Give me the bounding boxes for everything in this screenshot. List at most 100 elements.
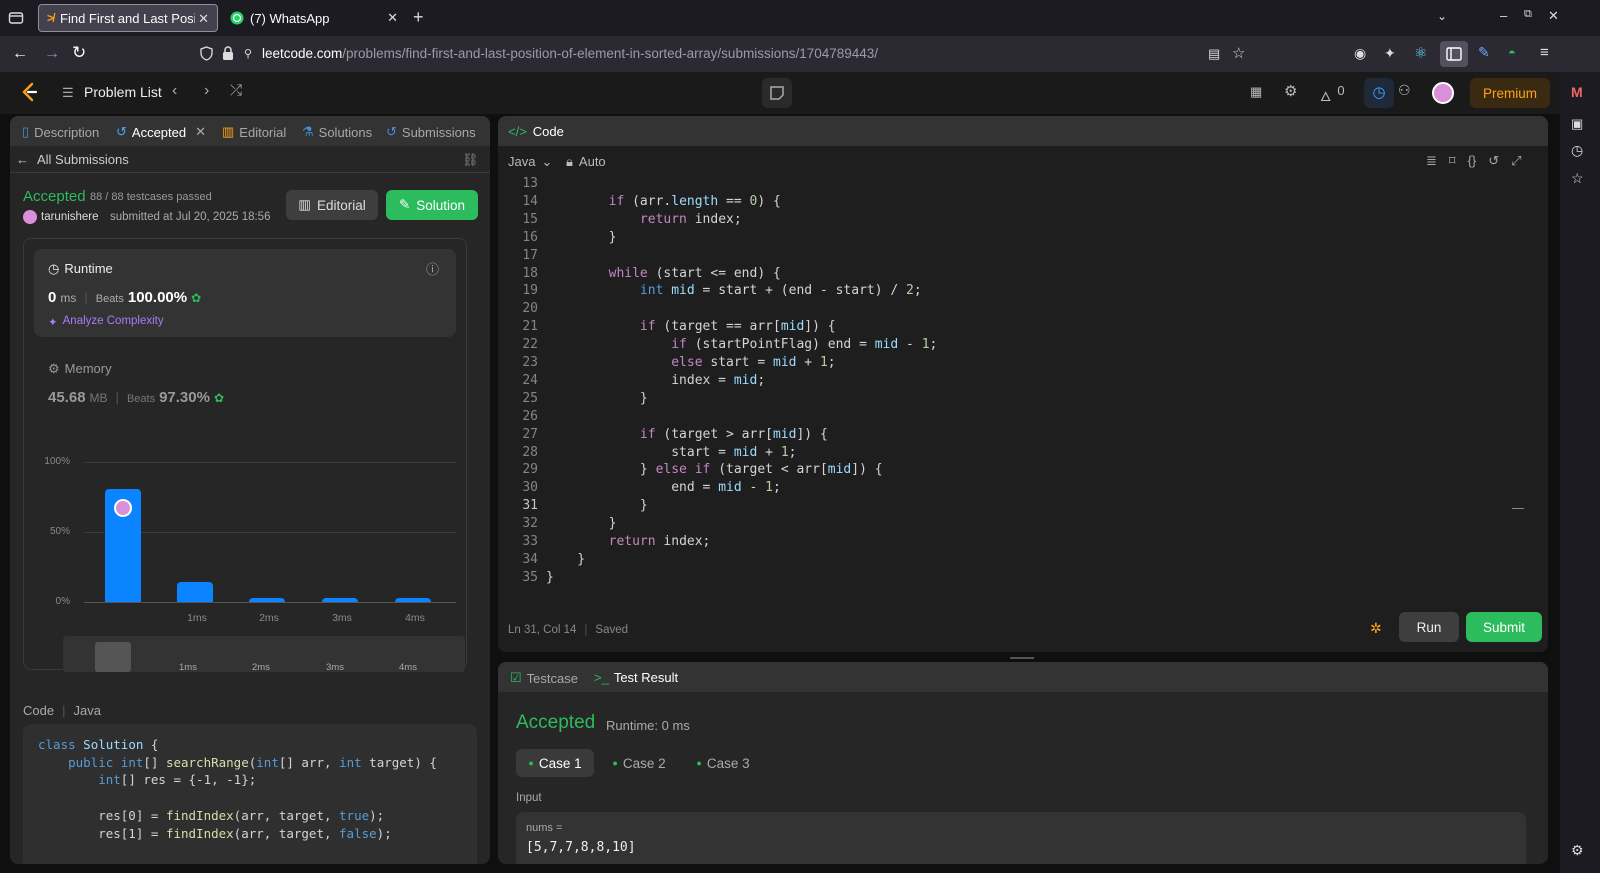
notes-button[interactable] (762, 78, 792, 108)
code-line[interactable]: } (546, 230, 617, 248)
code-line[interactable]: while (start <= end) { (546, 266, 781, 284)
chart-bar[interactable] (322, 597, 358, 602)
chart-bar[interactable] (177, 582, 213, 602)
prev-problem-icon[interactable]: ‹ (172, 82, 177, 100)
link-icon[interactable]: ⛓ (462, 152, 479, 168)
problem-list-link[interactable]: Problem List (84, 84, 162, 100)
bookmark-star-icon[interactable]: ☆ (1232, 44, 1245, 62)
tab-test-result[interactable]: >_ Test Result (594, 670, 678, 685)
code-lines[interactable]: 13 14 if (arr.length == 0) {15 return ind… (498, 176, 1518, 616)
window-close-icon[interactable]: ✕ (1548, 8, 1559, 24)
close-icon[interactable]: ✕ (387, 10, 398, 26)
case-2-tab[interactable]: ● Case 2 (604, 749, 674, 777)
history-icon[interactable]: ◷ (1571, 142, 1583, 159)
react-devtools-icon[interactable]: ⚛ (1414, 44, 1427, 62)
list-icon[interactable]: ☰ (62, 85, 74, 101)
run-button[interactable]: Run (1399, 612, 1459, 642)
sidebar-toggle-icon[interactable] (1440, 41, 1468, 67)
code-line[interactable]: int mid = start + (end - start) / 2; (546, 283, 922, 301)
code-line[interactable]: } else if (target < arr[mid]) { (546, 462, 883, 480)
add-friend-icon[interactable]: ⚇ (1398, 82, 1411, 99)
chart-range-slider[interactable]: 1ms 2ms 3ms 4ms (63, 636, 465, 673)
reload-icon[interactable]: ↻ (72, 43, 86, 63)
format-icon[interactable]: ≣ (1426, 153, 1437, 169)
chart-bar[interactable] (249, 597, 285, 602)
all-submissions-link[interactable]: ← All Submissions (16, 152, 129, 167)
fullscreen-icon[interactable]: ⤢ (1511, 153, 1521, 169)
reader-view-icon[interactable]: ▤ (1208, 46, 1220, 62)
memory-header[interactable]: ⚙ Memory (48, 361, 112, 377)
info-icon[interactable]: ⓘ (426, 259, 439, 278)
code-line[interactable]: if (target > arr[mid]) { (546, 427, 828, 445)
code-line[interactable]: } (546, 516, 617, 534)
code-line[interactable]: if (startPointFlag) end = mid - 1; (546, 337, 937, 355)
favorites-icon[interactable]: ☆ (1571, 170, 1584, 187)
solution-button[interactable]: ✎ Solution (386, 190, 478, 220)
code-line[interactable]: if (arr.length == 0) { (546, 194, 781, 212)
leetcode-logo-icon[interactable] (20, 82, 38, 102)
username[interactable]: tarunishere (41, 211, 99, 223)
tab-testcase[interactable]: ☑ Testcase (510, 670, 578, 686)
case-1-tab[interactable]: ● Case 1 (516, 749, 594, 777)
bookmarks-icon[interactable]: ▣ (1571, 116, 1583, 132)
pen-icon[interactable]: ✎ (1478, 44, 1490, 61)
code-line[interactable]: } (546, 552, 585, 570)
premium-button[interactable]: Premium (1470, 78, 1550, 108)
runtime-box[interactable]: ◷ Runtime ⓘ 0 ms | Beats 100.00% ✿ ✦ Analy… (34, 249, 456, 337)
shield-icon[interactable] (200, 46, 213, 61)
code-line[interactable]: return index; (546, 212, 742, 230)
bookmark-icon[interactable]: ⌑ (1449, 153, 1456, 169)
language-select[interactable]: Java ⌄ (508, 154, 552, 170)
chevron-down-icon[interactable]: ⌄ (1437, 9, 1447, 23)
back-icon[interactable]: ← (12, 45, 28, 63)
menu-icon[interactable]: ≡ (1540, 44, 1549, 61)
account-icon[interactable]: ◉ (1354, 45, 1366, 62)
editorial-button[interactable]: ▥ Editorial (286, 190, 378, 220)
close-icon[interactable]: ✕ (198, 11, 209, 27)
tab-editorial[interactable]: ▥ Editorial (222, 124, 286, 140)
code-line[interactable]: return index; (546, 534, 711, 552)
layout-icon[interactable]: ▦ (1250, 84, 1262, 100)
browser-tab-leetcode[interactable]: ≯ Find First and Last Positio ✕ (38, 4, 218, 32)
code-line[interactable]: end = mid - 1; (546, 480, 781, 498)
panel-resize-handle[interactable] (1010, 657, 1034, 659)
avatar[interactable] (1432, 82, 1454, 104)
shuffle-icon[interactable]: ⤮ (230, 82, 242, 99)
braces-icon[interactable]: {} (1468, 153, 1477, 169)
code-tab[interactable]: </> Code (508, 124, 564, 139)
extension-eye-icon[interactable]: ◓ (1508, 45, 1516, 60)
restore-icon[interactable]: ⧉ (1524, 8, 1532, 21)
code-line[interactable]: } (546, 498, 648, 516)
code-line[interactable]: } (546, 570, 554, 588)
sidebar-settings-icon[interactable]: ⚙ (1571, 842, 1584, 859)
tab-accepted[interactable]: ↺ Accepted ✕ (116, 124, 206, 140)
timer-icon[interactable]: ◷ (1364, 78, 1394, 108)
settings-gear-icon[interactable]: ⚙ (1284, 82, 1297, 100)
forward-icon[interactable]: → (44, 45, 60, 63)
user-avatar[interactable] (23, 210, 37, 224)
new-tab-icon[interactable]: + (413, 7, 424, 28)
close-icon[interactable]: ✕ (195, 124, 206, 140)
debug-icon[interactable]: ✲ (1370, 620, 1382, 637)
code-line[interactable]: } (546, 391, 648, 409)
code-line[interactable]: start = mid + 1; (546, 445, 796, 463)
tab-submissions[interactable]: ↺ Submissions (386, 124, 476, 140)
reset-icon[interactable]: ↺ (1488, 153, 1499, 169)
code-line[interactable]: if (target == arr[mid]) { (546, 319, 836, 337)
browser-tab-whatsapp[interactable]: (7) WhatsApp ✕ (222, 4, 406, 32)
streak-counter[interactable]: 🜂 0 (1320, 83, 1345, 109)
gmail-icon[interactable]: M (1571, 84, 1583, 100)
tab-description[interactable]: ▯ Description (22, 124, 99, 140)
case-3-tab[interactable]: ● Case 3 (688, 749, 758, 777)
chart-bar[interactable] (395, 597, 431, 602)
analyze-complexity-link[interactable]: ✦ Analyze Complexity (48, 315, 164, 329)
tab-solutions[interactable]: ⚗ Solutions (302, 124, 372, 140)
code-line[interactable]: else start = mid + 1; (546, 355, 835, 373)
minimize-icon[interactable]: – (1500, 8, 1507, 23)
code-line[interactable]: index = mid; (546, 373, 765, 391)
submit-button[interactable]: Submit (1466, 612, 1542, 642)
lock-icon[interactable] (222, 46, 234, 61)
url-text[interactable]: leetcode.com/problems/find-first-and-las… (262, 46, 878, 61)
next-problem-icon[interactable]: › (204, 82, 209, 100)
auto-mode[interactable]: 🔒︎ Auto (566, 154, 606, 170)
